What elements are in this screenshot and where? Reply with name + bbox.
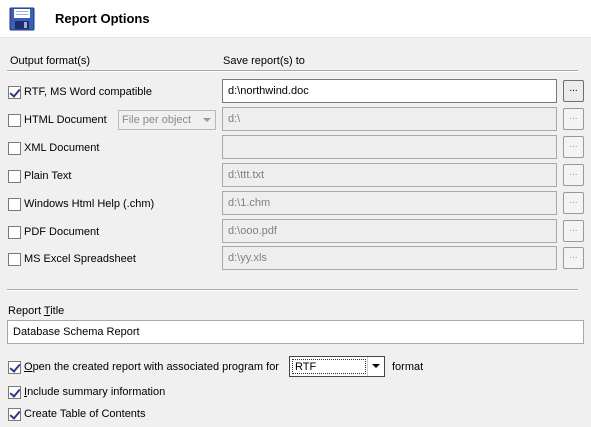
dialog-title: Report Options — [55, 11, 150, 26]
open-format-select[interactable]: RTF — [289, 356, 385, 377]
open-report-label: Open the created report with associated … — [24, 361, 279, 373]
text-path-input[interactable]: d:\ttt.txt — [222, 163, 557, 187]
rtf-label: RTF, MS Word compatible — [24, 86, 152, 98]
format-row-pdf[interactable]: PDF Document — [8, 225, 99, 239]
text-checkbox[interactable] — [8, 169, 21, 183]
rtf-checkbox[interactable] — [8, 85, 21, 99]
header-divider — [7, 70, 578, 72]
pdf-browse-button[interactable]: ... — [563, 220, 584, 242]
open-report-checkbox[interactable] — [8, 360, 21, 374]
excel-label: MS Excel Spreadsheet — [24, 253, 136, 265]
include-summary-checkbox[interactable] — [8, 385, 21, 399]
section-divider — [7, 289, 578, 291]
html-path-input[interactable]: d:\ — [222, 107, 557, 131]
include-summary-option[interactable]: Include summary information — [8, 385, 165, 399]
format-row-xml[interactable]: XML Document — [8, 141, 99, 155]
dialog-header: Report Options — [0, 0, 591, 38]
excel-browse-button[interactable]: ... — [563, 247, 584, 269]
chm-label: Windows Html Help (.chm) — [24, 198, 155, 210]
pdf-checkbox[interactable] — [8, 225, 21, 239]
format-row-text[interactable]: Plain Text — [8, 169, 72, 183]
open-format-value: RTF — [292, 359, 366, 374]
format-row-chm[interactable]: Windows Html Help (.chm) — [8, 197, 154, 211]
html-mode-value: File per object — [122, 114, 192, 126]
pdf-path-input[interactable]: d:\ooo.pdf — [222, 219, 557, 243]
html-label: HTML Document — [24, 114, 107, 126]
include-summary-label: Include summary information — [24, 386, 166, 398]
xml-checkbox[interactable] — [8, 141, 21, 155]
floppy-disk-icon — [9, 7, 35, 31]
xml-label: XML Document — [24, 142, 100, 154]
excel-checkbox[interactable] — [8, 252, 21, 266]
xml-browse-button[interactable]: ... — [563, 136, 584, 158]
rtf-browse-button[interactable]: ... — [563, 80, 584, 102]
pdf-label: PDF Document — [24, 226, 100, 238]
xml-path-input[interactable] — [222, 135, 557, 159]
save-to-label: Save report(s) to — [223, 55, 305, 67]
chevron-down-icon[interactable] — [367, 357, 384, 376]
chm-browse-button[interactable]: ... — [563, 192, 584, 214]
create-toc-checkbox[interactable] — [8, 407, 21, 421]
format-row-excel[interactable]: MS Excel Spreadsheet — [8, 252, 136, 266]
chm-checkbox[interactable] — [8, 197, 21, 211]
create-toc-label: Create Table of Contents — [24, 408, 146, 420]
chm-path-input[interactable]: d:\1.chm — [222, 191, 557, 215]
excel-path-input[interactable]: d:\yy.xls — [222, 246, 557, 270]
text-label: Plain Text — [24, 170, 72, 182]
open-report-option[interactable]: Open the created report with associated … — [8, 360, 279, 374]
html-mode-select[interactable]: File per object — [118, 110, 216, 130]
format-suffix-label: format — [392, 361, 424, 373]
create-toc-option[interactable]: Create Table of Contents — [8, 407, 145, 421]
report-title-input[interactable]: Database Schema Report — [7, 320, 584, 344]
chevron-down-icon — [203, 118, 211, 122]
report-title-label: Report Title — [8, 305, 65, 317]
html-browse-button[interactable]: ... — [563, 108, 584, 130]
html-checkbox[interactable] — [8, 113, 21, 127]
format-row-html[interactable]: HTML Document — [8, 113, 107, 127]
text-browse-button[interactable]: ... — [563, 164, 584, 186]
format-row-rtf[interactable]: RTF, MS Word compatible — [8, 85, 152, 99]
rtf-path-input[interactable]: d:\northwind.doc — [222, 79, 557, 103]
output-formats-label: Output format(s) — [10, 55, 91, 67]
